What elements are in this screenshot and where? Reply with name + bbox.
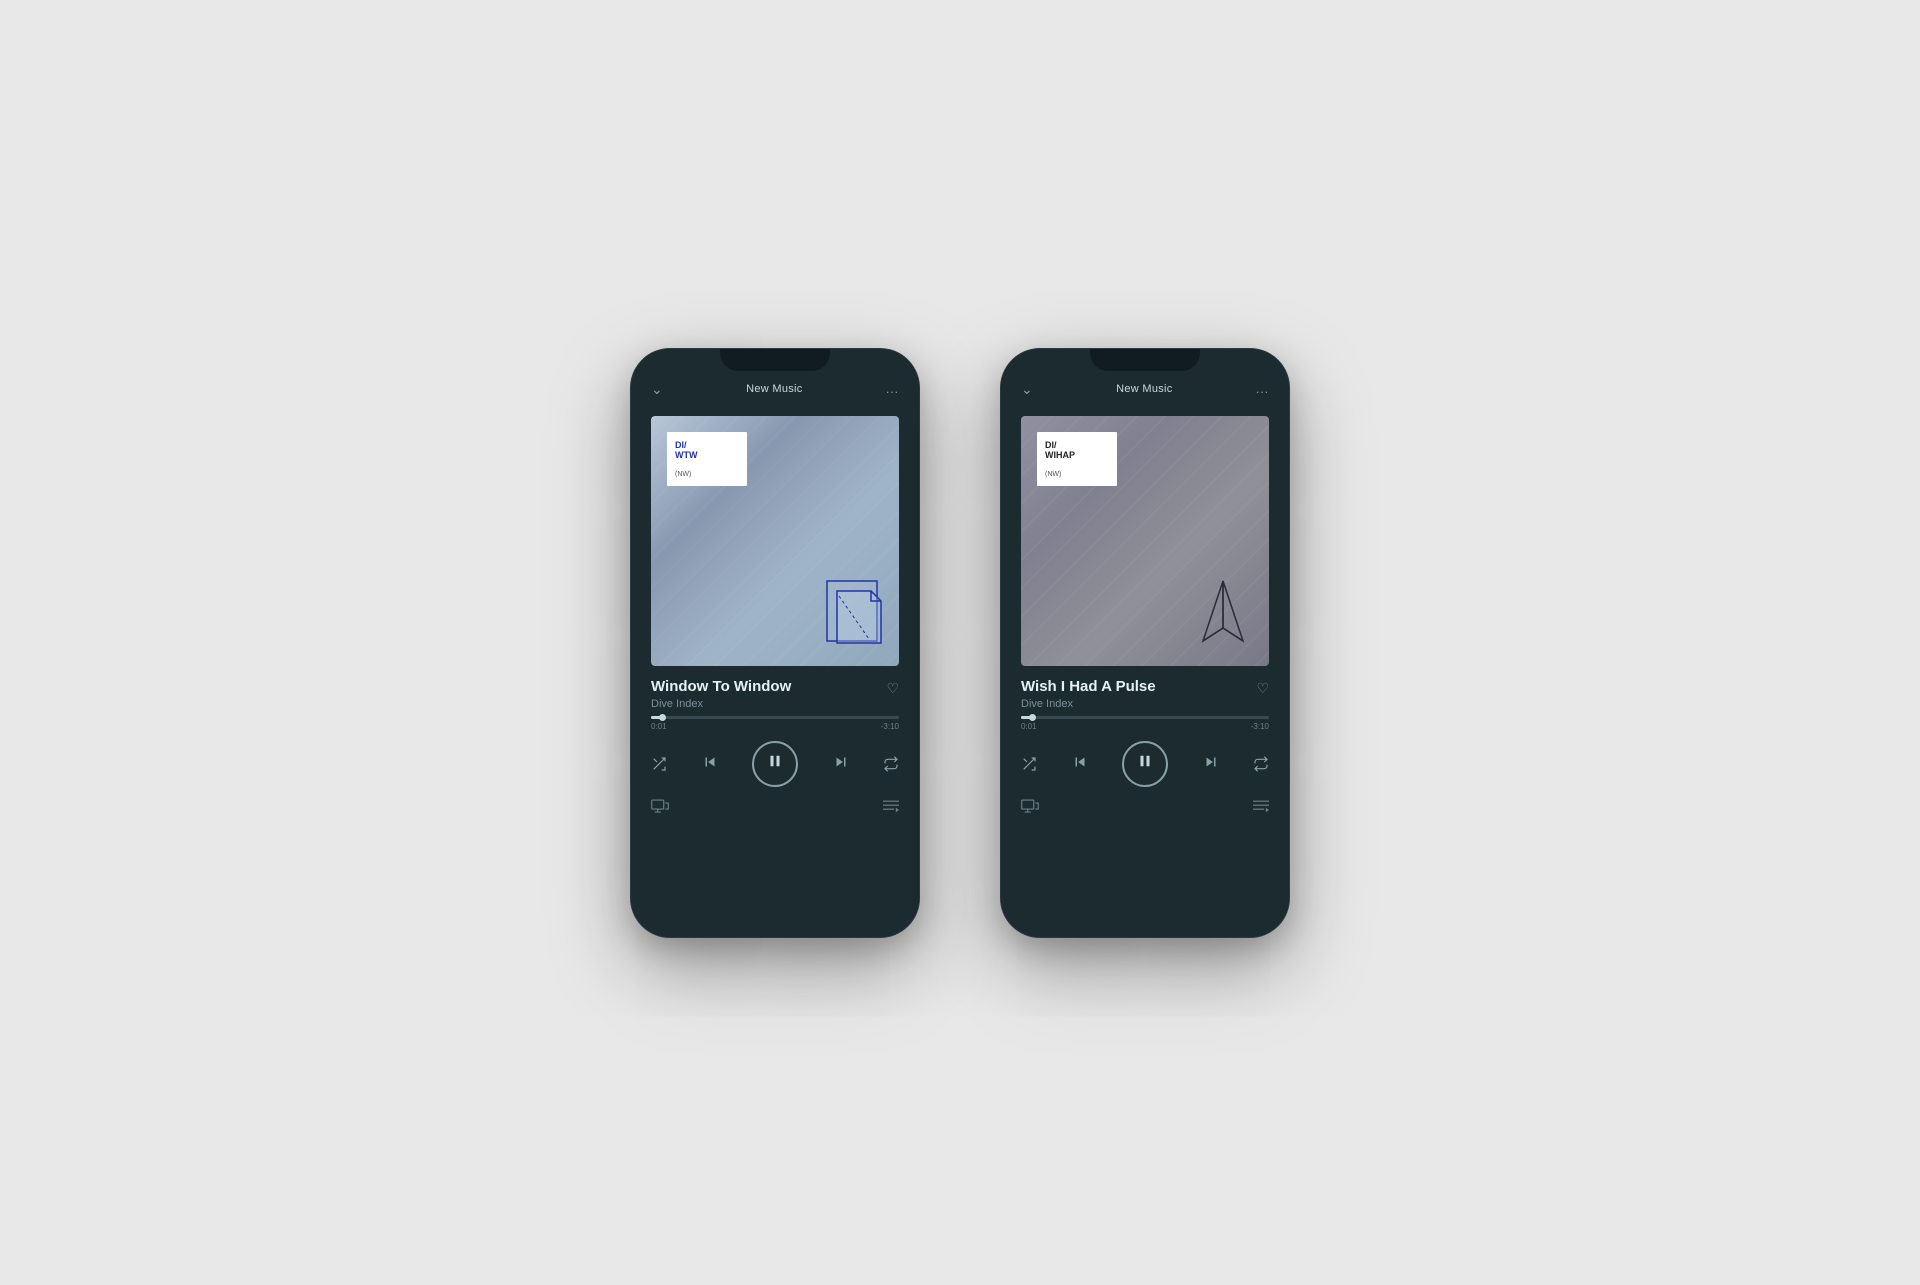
progress-fill-right [1021, 716, 1033, 719]
prev-btn-right[interactable] [1071, 753, 1089, 774]
heart-icon-left[interactable]: ♡ [886, 680, 899, 697]
phone-right: ⌄ New Music ... DI/ WIHAP (NW) [1000, 348, 1290, 938]
queue-icon-right[interactable] [1253, 799, 1269, 816]
album-art-left: DI/ WTW (NW) [651, 416, 899, 666]
controls-left [631, 737, 919, 791]
album-art-right: DI/ WIHAP (NW) [1021, 416, 1269, 666]
progress-bar-left[interactable] [651, 716, 899, 719]
album-label-sub-right: (NW) [1045, 471, 1107, 478]
repeat-btn-left[interactable] [883, 756, 899, 772]
back-icon-right[interactable]: ⌄ [1021, 381, 1033, 398]
progress-area-left: 0:01 -3:10 [631, 716, 919, 731]
controls-right [1001, 737, 1289, 791]
song-artist-right: Dive Index [1021, 698, 1156, 710]
back-icon-left[interactable]: ⌄ [651, 381, 663, 398]
phone-notch-right [1090, 349, 1200, 371]
phone-notch-left [720, 349, 830, 371]
progress-times-right: 0:01 -3:10 [1021, 722, 1269, 731]
queue-icon-left[interactable] [883, 799, 899, 816]
song-title-left: Window To Window [651, 678, 791, 696]
screen-right: ⌄ New Music ... DI/ WIHAP (NW) [1001, 349, 1289, 937]
header-title-right: New Music [1116, 383, 1173, 395]
pause-icon-right [1136, 752, 1154, 775]
next-btn-right[interactable] [1202, 753, 1220, 774]
current-time-left: 0:01 [651, 722, 667, 731]
shuffle-btn-right[interactable] [1021, 756, 1037, 772]
bottom-bar-right [1001, 799, 1289, 816]
total-time-right: -3:10 [1251, 722, 1269, 731]
repeat-btn-right[interactable] [1253, 756, 1269, 772]
progress-bar-right[interactable] [1021, 716, 1269, 719]
album-label-text-right: DI/ WIHAP [1045, 440, 1107, 462]
song-text-right: Wish I Had A Pulse Dive Index [1021, 678, 1156, 710]
phone-left: ⌄ New Music ... DI/ WTW (NW) [630, 348, 920, 938]
menu-icon-right[interactable]: ... [1256, 382, 1269, 396]
header-title-left: New Music [746, 383, 803, 395]
screen-left: ⌄ New Music ... DI/ WTW (NW) [631, 349, 919, 937]
song-title-right: Wish I Had A Pulse [1021, 678, 1156, 696]
song-artist-left: Dive Index [651, 698, 791, 710]
progress-area-right: 0:01 -3:10 [1001, 716, 1289, 731]
menu-icon-left[interactable]: ... [886, 382, 899, 396]
progress-fill-left [651, 716, 663, 719]
album-artwork-svg-right [1191, 576, 1256, 651]
pause-btn-left[interactable] [752, 741, 798, 787]
album-art-container-right: DI/ WIHAP (NW) [1021, 416, 1269, 666]
song-info-left: Window To Window Dive Index ♡ [631, 678, 919, 710]
album-art-container-left: DI/ WTW (NW) [651, 416, 899, 666]
prev-btn-left[interactable] [701, 753, 719, 774]
album-label-sub-left: (NW) [675, 471, 737, 478]
song-info-right: Wish I Had A Pulse Dive Index ♡ [1001, 678, 1289, 710]
current-time-right: 0:01 [1021, 722, 1037, 731]
album-label-text-left: DI/ WTW [675, 440, 737, 462]
device-icon-right[interactable] [1021, 799, 1039, 816]
album-artwork-svg-left [819, 571, 889, 651]
shuffle-btn-left[interactable] [651, 756, 667, 772]
device-icon-left[interactable] [651, 799, 669, 816]
total-time-left: -3:10 [881, 722, 899, 731]
heart-icon-right[interactable]: ♡ [1256, 680, 1269, 697]
next-btn-left[interactable] [832, 753, 850, 774]
progress-times-left: 0:01 -3:10 [651, 722, 899, 731]
bottom-bar-left [631, 799, 919, 816]
album-label-right: DI/ WIHAP (NW) [1037, 432, 1117, 487]
pause-icon-left [766, 752, 784, 775]
pause-btn-right[interactable] [1122, 741, 1168, 787]
song-text-left: Window To Window Dive Index [651, 678, 791, 710]
album-label-left: DI/ WTW (NW) [667, 432, 747, 487]
